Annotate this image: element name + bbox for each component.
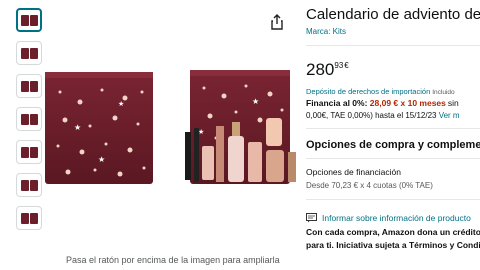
import-fees-included: Incluido bbox=[432, 89, 455, 96]
thumbnail-6[interactable] bbox=[16, 173, 42, 197]
share-icon[interactable] bbox=[270, 14, 284, 30]
thumbnail-1[interactable] bbox=[16, 8, 42, 32]
credit-notice: Con cada compra, Amazon dona un crédito … bbox=[306, 226, 480, 252]
svg-text:★: ★ bbox=[118, 100, 124, 108]
brand-link[interactable]: Marca: Kits bbox=[306, 27, 346, 36]
price: 28093€ bbox=[306, 60, 349, 80]
thumbnail-3[interactable] bbox=[16, 74, 42, 98]
financing-options-summary: Desde 70,23 € x 4 cuotas (0% TAE) bbox=[306, 181, 433, 190]
thumbnail-2[interactable] bbox=[16, 41, 42, 65]
financing-options-title[interactable]: Opciones de financiación bbox=[306, 167, 401, 177]
thumbnail-4[interactable] bbox=[16, 107, 42, 131]
product-image[interactable]: ★★★ ★★ bbox=[40, 62, 300, 192]
divider bbox=[306, 158, 480, 159]
financing-more-link[interactable]: Ver m bbox=[439, 111, 460, 120]
financing-amount: 28,09 € x 10 meses bbox=[369, 98, 446, 108]
price-currency: € bbox=[344, 61, 349, 70]
thumbnail-5[interactable] bbox=[16, 140, 42, 164]
financing-details: 0,00€, TAE 0,00%) hasta el 15/12/23 Ver … bbox=[306, 111, 460, 120]
financing-sin: sin bbox=[447, 98, 459, 108]
svg-text:★: ★ bbox=[74, 123, 81, 132]
feedback-icon bbox=[306, 213, 317, 223]
divider bbox=[306, 199, 480, 200]
financing-details-text: 0,00€, TAE 0,00%) hasta el 15/12/23 bbox=[306, 111, 437, 120]
report-info-row[interactable]: Informar sobre información de producto bbox=[306, 213, 471, 223]
purchase-options-heading: Opciones de compra y complemen bbox=[306, 139, 480, 151]
financing-label: Financia al 0%: bbox=[306, 98, 368, 108]
product-details: Calendario de adviento de Marca: Kits 28… bbox=[306, 0, 480, 270]
svg-text:★: ★ bbox=[98, 155, 105, 164]
product-title: Calendario de adviento de bbox=[306, 6, 480, 23]
price-whole: 280 bbox=[306, 60, 335, 79]
report-info-link[interactable]: Informar sobre información de producto bbox=[322, 213, 471, 223]
import-fees-link[interactable]: Depósito de derechos de importación bbox=[306, 87, 430, 96]
financing-offer: Financia al 0%: 28,09 € x 10 meses sin bbox=[306, 98, 459, 108]
divider bbox=[306, 45, 480, 46]
import-fees: Depósito de derechos de importación Inclu… bbox=[306, 87, 455, 96]
divider bbox=[306, 128, 480, 129]
thumbnail-7[interactable] bbox=[16, 206, 42, 230]
svg-text:★: ★ bbox=[252, 97, 259, 106]
price-fraction: 93 bbox=[334, 61, 344, 70]
credit-line-2: para ti. Iniciativa sujeta a Términos y … bbox=[306, 240, 480, 250]
credit-line-1: Con cada compra, Amazon dona un crédito bbox=[306, 227, 480, 237]
image-hover-caption: Pasa el ratón por encima de la imagen pa… bbox=[66, 255, 280, 265]
